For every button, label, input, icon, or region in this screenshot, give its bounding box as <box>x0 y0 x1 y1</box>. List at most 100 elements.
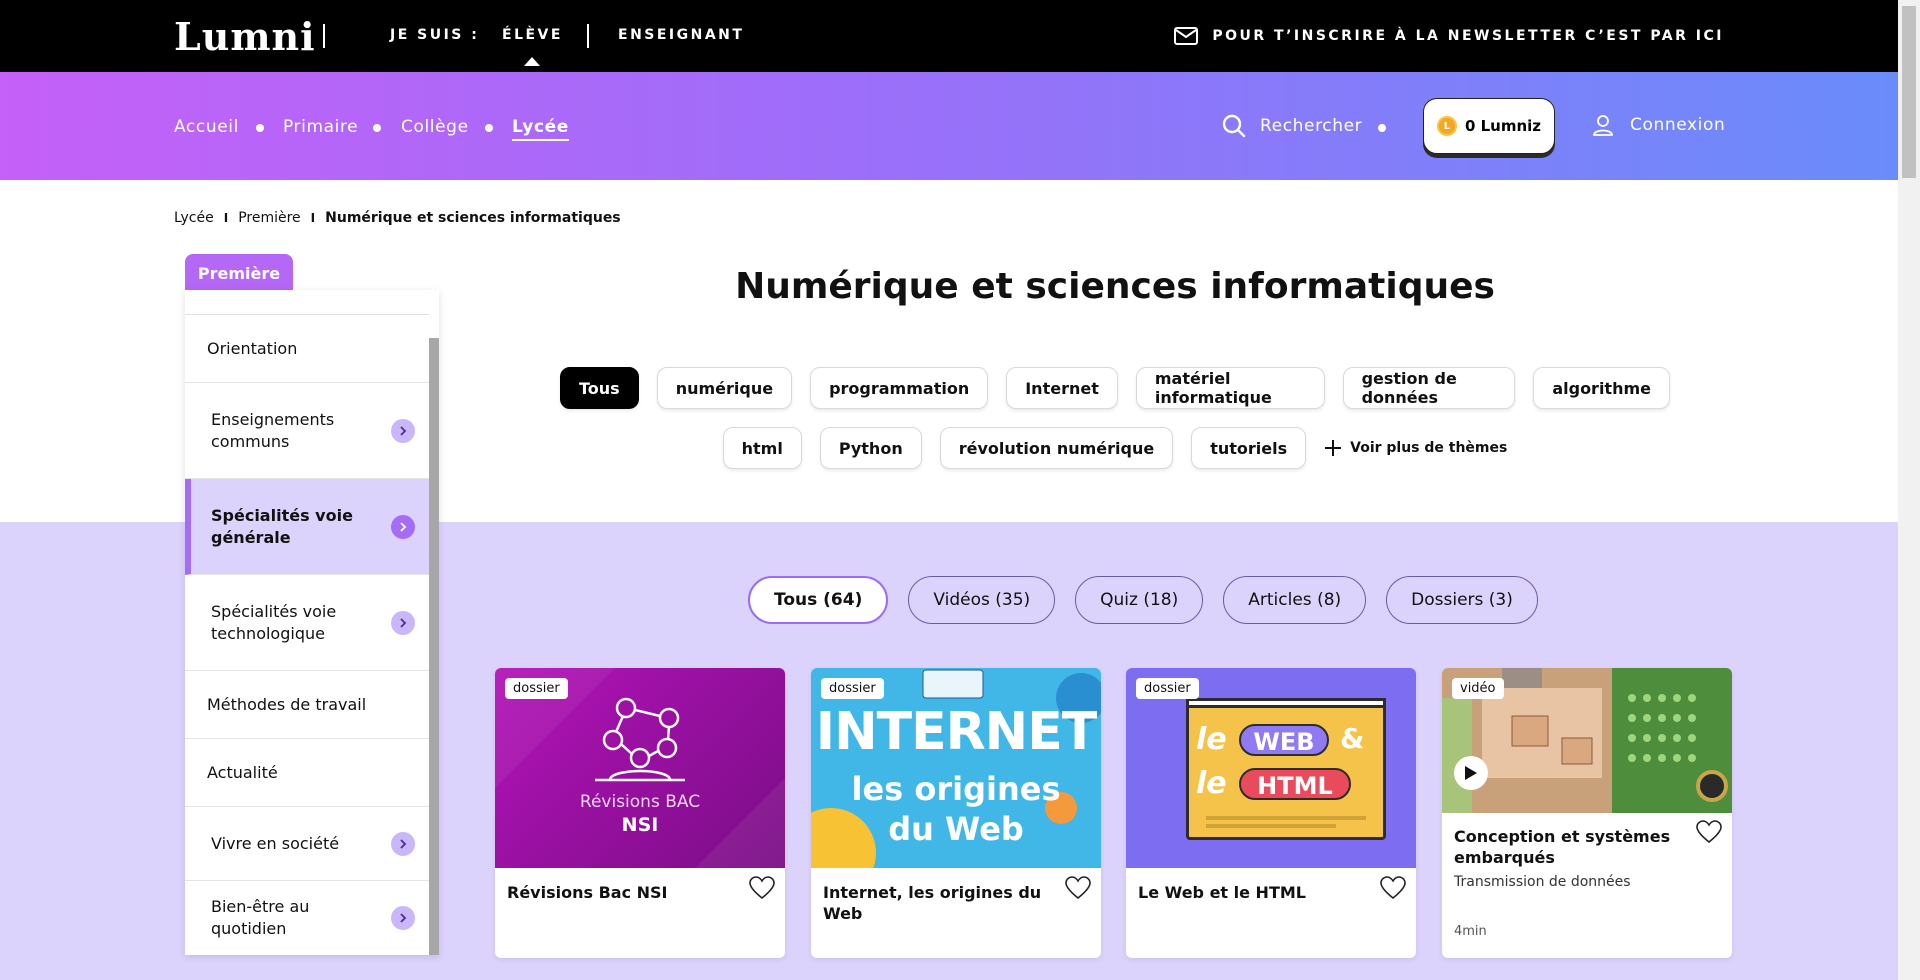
nav-dot <box>373 124 381 132</box>
theme-chip-tous[interactable]: Tous <box>560 367 639 409</box>
breadcrumb-lycee[interactable]: Lycée <box>174 210 214 226</box>
card-thumbnail: vidéo <box>1442 668 1732 813</box>
sidebar-item-actualite[interactable]: Actualité <box>185 739 429 807</box>
theme-chip[interactable]: révolution numérique <box>939 427 1174 469</box>
more-themes-button[interactable]: Voir plus de thèmes <box>1324 427 1507 469</box>
nav-dot <box>485 124 493 132</box>
search-button[interactable]: Rechercher <box>1222 114 1362 138</box>
thumbnail-caption-line2: les origines <box>851 770 1061 808</box>
theme-chip[interactable]: algorithme <box>1533 367 1670 409</box>
thumbnail-caption-line3: du Web <box>888 810 1024 848</box>
card-type-tag: dossier <box>505 678 568 699</box>
content-card[interactable]: le WEB & le HTML dossier Le Web et le HT… <box>1126 668 1416 958</box>
theme-chip[interactable]: Python <box>819 427 922 469</box>
nav-college[interactable]: Collège <box>401 117 469 137</box>
nav-primaire[interactable]: Primaire <box>283 117 358 137</box>
login-button[interactable]: Connexion <box>1592 114 1725 136</box>
theme-chip[interactable]: matériel informatique <box>1135 367 1325 409</box>
nav-accueil[interactable]: Accueil <box>174 117 239 137</box>
sidebar-item-methodes[interactable]: Méthodes de travail <box>185 671 429 739</box>
sidebar-item-specialites-generale[interactable]: Spécialités voie générale <box>185 479 429 575</box>
thumbnail-caption-line2: NSI <box>621 814 659 836</box>
content-type-filters: Tous (64) Vidéos (35) Quiz (18) Articles… <box>748 576 1538 624</box>
sidebar-item-vivre-en-societe[interactable]: Vivre en société <box>185 807 429 881</box>
heart-icon[interactable] <box>749 876 775 900</box>
chevron-right-icon <box>391 418 415 443</box>
card-thumbnail: Révisions BAC NSI dossier <box>495 668 785 868</box>
sidebar-item-label: Vivre en société <box>211 833 340 853</box>
breadcrumb-premiere[interactable]: Première <box>238 210 300 226</box>
play-button[interactable] <box>1454 756 1488 790</box>
code-lines <box>1206 816 1366 820</box>
breadcrumb-separator: I <box>223 211 229 225</box>
top-bar: Lumni JE SUIS : ÉLÈVE ENSEIGNANT POUR T’… <box>0 0 1898 72</box>
theme-chip[interactable]: Internet <box>1006 367 1118 409</box>
plus-icon <box>1325 440 1342 456</box>
card-type-tag: dossier <box>1136 678 1199 699</box>
sidebar-item-specialites-technologique[interactable]: Spécialités voie technologique <box>185 575 429 671</box>
filter-quiz[interactable]: Quiz (18) <box>1075 576 1204 624</box>
card-title[interactable]: Conception et systèmes embarqués <box>1454 826 1684 868</box>
theme-chip[interactable]: programmation <box>810 367 989 409</box>
newsletter-label: POUR T’INSCRIRE À LA NEWSLETTER C’EST PA… <box>1212 28 1724 44</box>
nav-lycee[interactable]: Lycée <box>512 117 569 141</box>
sidebar-item-label: Spécialités voie générale <box>211 505 353 547</box>
profile-eleve-link[interactable]: ÉLÈVE <box>502 27 563 66</box>
sidebar-level-tab[interactable]: Première <box>185 254 293 292</box>
theme-chip[interactable]: html <box>722 427 802 469</box>
theme-chip[interactable]: gestion de données <box>1342 367 1516 409</box>
je-suis-label: JE SUIS : <box>390 27 480 43</box>
sidebar-item-label: Orientation <box>207 338 298 358</box>
page-scrollbar[interactable] <box>1898 0 1920 980</box>
thumbnail-caption-web: WEB <box>1239 724 1329 756</box>
breadcrumb: Lycée I Première I Numérique et sciences… <box>174 210 621 226</box>
card-duration: 4min <box>1454 924 1487 939</box>
content-card[interactable]: vidéo Conception et systèmes embarqués T… <box>1442 668 1732 958</box>
newsletter-link[interactable]: POUR T’INSCRIRE À LA NEWSLETTER C’EST PA… <box>1174 27 1724 45</box>
theme-chip[interactable]: numérique <box>656 367 793 409</box>
page-title: Numérique et sciences informatiques <box>735 266 1495 307</box>
theme-chip[interactable]: tutoriels <box>1191 427 1307 469</box>
user-icon <box>1593 115 1613 136</box>
card-title[interactable]: Le Web et le HTML <box>1138 882 1368 903</box>
profile-enseignant-link[interactable]: ENSEIGNANT <box>618 27 744 43</box>
code-lines <box>1206 824 1336 828</box>
sidebar-item-enseignements-communs[interactable]: Enseignements communs <box>185 383 429 479</box>
content-card[interactable]: Révisions BAC NSI dossier Révisions Bac … <box>495 668 785 958</box>
play-icon <box>1465 766 1477 780</box>
thumbnail-caption-le2: le <box>1196 766 1227 801</box>
search-icon <box>1222 114 1246 138</box>
nav-dot <box>1378 124 1386 132</box>
filter-articles[interactable]: Articles (8) <box>1223 576 1367 624</box>
filter-videos[interactable]: Vidéos (35) <box>908 576 1056 624</box>
lumniz-button[interactable]: L 0 Lumniz <box>1423 98 1555 154</box>
divider <box>323 24 325 48</box>
scrollbar-thumb[interactable] <box>1902 6 1916 178</box>
sidebar-item-label: Enseignements communs <box>211 409 335 451</box>
card-thumbnail: le WEB & le HTML dossier <box>1126 668 1416 868</box>
breadcrumb-current: Numérique et sciences informatiques <box>325 210 621 226</box>
heart-icon[interactable] <box>1696 820 1722 844</box>
sidebar-item-label: Bien-être au quotidien <box>211 897 310 938</box>
heart-icon[interactable] <box>1380 876 1406 900</box>
search-label: Rechercher <box>1260 116 1363 136</box>
card-subtitle: Transmission de données <box>1454 874 1631 890</box>
main-nav: Accueil Primaire Collège Lycée Recherche… <box>0 72 1898 180</box>
filter-tous[interactable]: Tous (64) <box>748 576 889 624</box>
card-title[interactable]: Internet, les origines du Web <box>823 882 1053 924</box>
coin-icon: L <box>1436 116 1457 136</box>
sidebar-scrollbar[interactable] <box>429 338 439 955</box>
breadcrumb-separator: I <box>310 211 316 225</box>
thumbnail-caption-html: HTML <box>1239 768 1351 800</box>
sidebar-item-orientation[interactable]: Orientation <box>185 315 429 383</box>
theme-chips-row-1: Tous numérique programmation Internet ma… <box>560 367 1670 409</box>
window-bar <box>1186 698 1386 708</box>
sidebar-item-bien-etre[interactable]: Bien-être au quotidien <box>185 881 429 955</box>
heart-icon[interactable] <box>1065 876 1091 900</box>
mail-icon <box>1174 27 1199 45</box>
card-type-tag: dossier <box>821 678 884 699</box>
lumni-logo[interactable]: Lumni <box>174 14 316 59</box>
content-card[interactable]: INTERNET les origines du Web dossier Int… <box>811 668 1101 958</box>
filter-dossiers[interactable]: Dossiers (3) <box>1386 576 1538 624</box>
card-title[interactable]: Révisions Bac NSI <box>507 882 737 903</box>
